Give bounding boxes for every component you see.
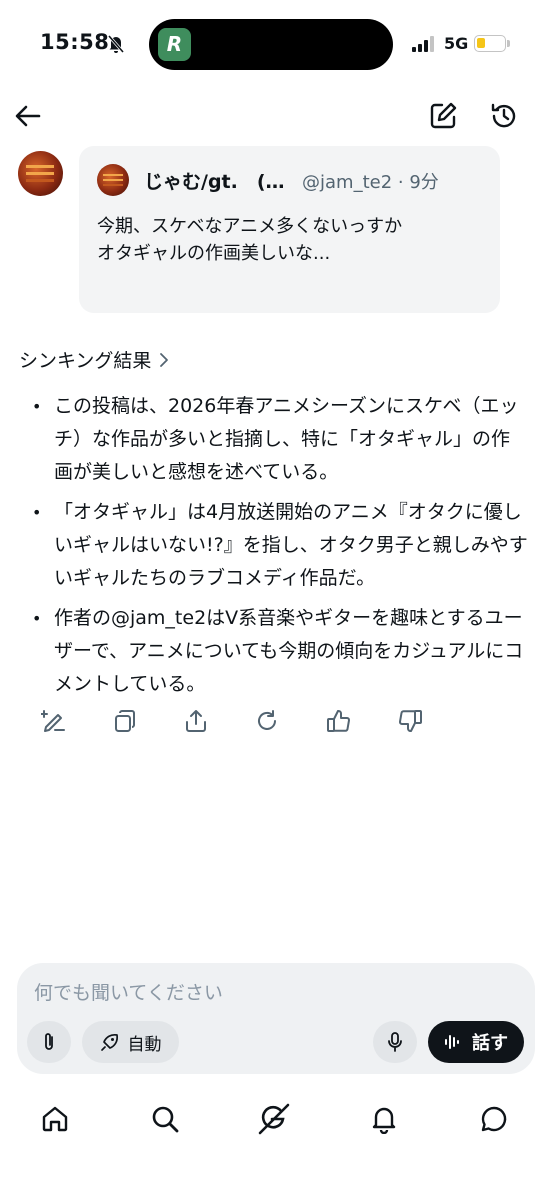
quoted-author-avatar	[97, 164, 129, 196]
status-bar: 15:58 R 5G	[0, 0, 552, 90]
battery-tip	[507, 40, 510, 47]
copy-button[interactable]	[109, 705, 141, 737]
app-badge-icon: R	[158, 28, 191, 61]
rocket-icon	[100, 1033, 118, 1051]
message-input[interactable]	[34, 979, 514, 1007]
response-bullet: この投稿は、2026年春アニメシーズンにスケベ（エッチ）な作品が多いと指摘し、特…	[28, 390, 528, 489]
copy-icon	[115, 710, 135, 732]
status-time: 15:58	[40, 30, 110, 54]
thumbs-down-button[interactable]	[394, 705, 426, 737]
network-type: 5G	[444, 34, 469, 53]
signal-icon	[412, 36, 436, 56]
thumbs-up-icon	[327, 709, 350, 732]
microphone-button[interactable]	[373, 1021, 417, 1063]
share-icon	[186, 710, 206, 732]
edit-icon	[41, 710, 65, 732]
thinking-label: シンキング結果	[19, 350, 152, 372]
quoted-author-meta: @jam_te2 · 9分	[302, 172, 439, 193]
thumbs-down-icon	[399, 710, 422, 733]
nav-search[interactable]	[148, 1102, 182, 1136]
chevron-right-icon	[160, 352, 169, 367]
nav-notifications[interactable]	[367, 1102, 401, 1136]
response-bullet: 作者の@jam_te2はV系音楽やギターを趣味とするユーザーで、アニメについても…	[28, 602, 528, 701]
battery-icon	[474, 35, 506, 52]
paperclip-icon	[45, 1033, 53, 1050]
microphone-icon	[388, 1032, 402, 1052]
attach-button[interactable]	[27, 1021, 71, 1063]
search-icon	[152, 1106, 179, 1133]
response-bullets: この投稿は、2026年春アニメシーズンにスケベ（エッチ）な作品が多いと指摘し、特…	[28, 390, 528, 708]
thinking-results-toggle[interactable]: シンキング結果	[19, 346, 169, 373]
quoted-post-text: 今期、スケベなアニメ多くないっすか オタギャルの作画美しいな...	[97, 216, 403, 264]
grok-chat-screen: 15:58 R 5G じゃむ/gt. (… @jam_te2 · 9分 今期、ス…	[0, 0, 552, 1200]
dynamic-island: R	[149, 19, 393, 70]
mode-label: 自動	[127, 1034, 162, 1055]
regenerate-button[interactable]	[251, 705, 283, 737]
history-icon	[491, 103, 516, 128]
response-bullet: 「オタギャル」は4月放送開始のアニメ『オタクに優しいギャルはいない!?』を指し、…	[28, 496, 528, 595]
regenerate-icon	[258, 710, 276, 730]
nav-grok[interactable]	[257, 1102, 291, 1136]
mode-selector[interactable]: 自動	[82, 1021, 179, 1063]
arrow-left-icon	[15, 105, 41, 127]
nav-messages[interactable]	[477, 1102, 511, 1136]
user-avatar[interactable]	[18, 151, 63, 196]
compose-button[interactable]	[426, 100, 460, 132]
home-icon	[42, 1106, 68, 1132]
composer: 自動 話す	[17, 963, 535, 1074]
messages-icon	[481, 1106, 507, 1132]
bell-muted-icon	[107, 34, 125, 58]
back-button[interactable]	[12, 100, 44, 132]
thumbs-up-button[interactable]	[323, 705, 355, 737]
quoted-author-name: じゃむ/gt. (…	[144, 171, 285, 193]
quoted-post-card[interactable]: じゃむ/gt. (… @jam_te2 · 9分 今期、スケベなアニメ多くないっ…	[79, 146, 500, 313]
compose-icon	[430, 102, 457, 129]
history-button[interactable]	[487, 99, 521, 133]
waveform-icon	[445, 1035, 459, 1049]
battery-level	[477, 38, 485, 48]
notifications-icon	[372, 1107, 396, 1134]
nav-home[interactable]	[38, 1102, 72, 1136]
speak-label: 話す	[472, 1033, 508, 1054]
share-button[interactable]	[180, 705, 212, 737]
grok-icon	[258, 1103, 290, 1135]
edit-button[interactable]	[38, 705, 70, 737]
speak-button[interactable]: 話す	[428, 1021, 524, 1063]
